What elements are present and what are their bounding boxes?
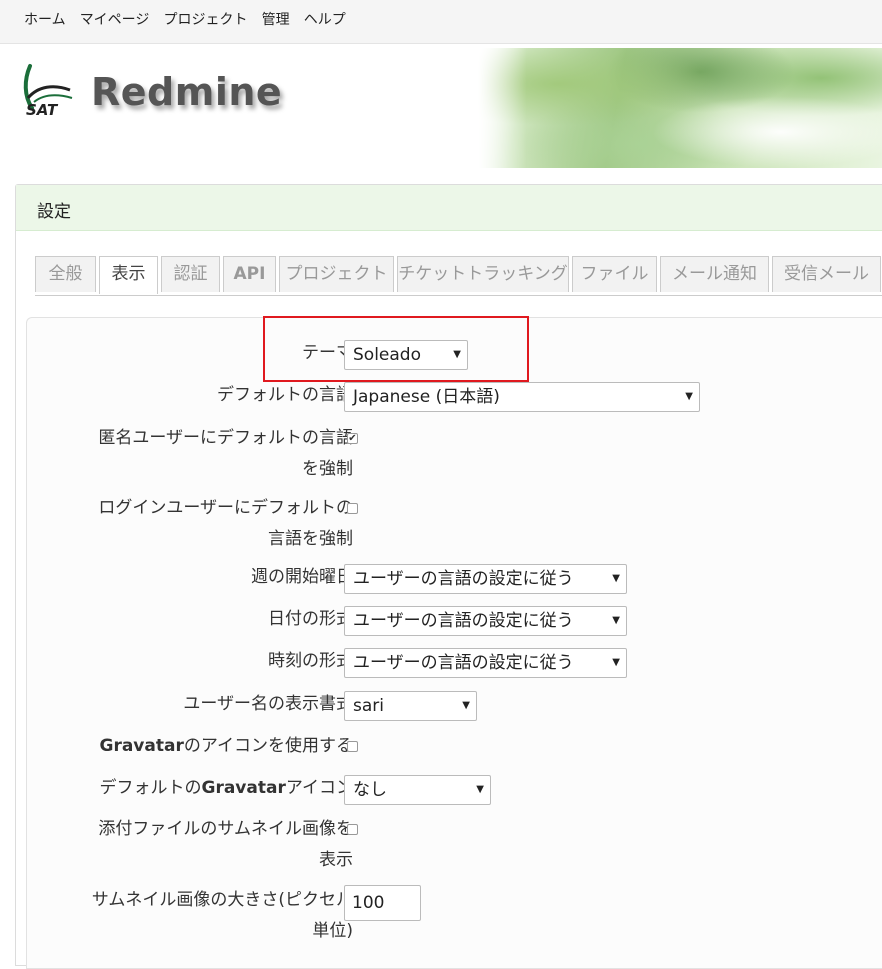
thumbnails-enabled-checkbox[interactable] [347, 824, 358, 835]
site-title[interactable]: Redmine [91, 70, 282, 114]
page-title: 設定 [37, 202, 71, 222]
default-language-select-value: Japanese (日本語) [353, 387, 500, 407]
thumbnails-size-input[interactable]: 100 [344, 885, 421, 921]
tab-display[interactable]: 表示 [99, 256, 158, 294]
user-format-select-value: sari [353, 696, 384, 716]
time-format-select-value: ユーザーの言語の設定に従う [353, 653, 574, 673]
tab-projects[interactable]: プロジェクト [279, 256, 394, 292]
gravatar-enabled-checkbox[interactable] [347, 741, 358, 752]
force-language-loggedin-label-line1: ログインユーザーにデフォルトの [98, 498, 353, 518]
start-of-week-label: 週の開始曜日 [251, 567, 353, 587]
tab-issue-tracking[interactable]: チケットトラッキング [397, 256, 569, 292]
date-format-select[interactable]: ユーザーの言語の設定に従う ▼ [344, 606, 627, 636]
thumbnails-enabled-label-line2: 表示 [319, 850, 353, 870]
chevron-down-icon: ▼ [612, 657, 620, 668]
force-language-anonymous-label-line2: を強制 [302, 459, 353, 479]
top-menu-administration[interactable]: 管理 [262, 9, 290, 29]
gravatar-default-select[interactable]: なし ▼ [344, 775, 491, 805]
top-menu-help[interactable]: ヘルプ [304, 9, 346, 29]
header-banner-image [478, 48, 882, 168]
force-language-anonymous-checkbox[interactable]: ✔ [347, 433, 358, 444]
chevron-down-icon: ▼ [612, 615, 620, 626]
force-language-loggedin-label-line2: 言語を強制 [268, 529, 353, 549]
start-of-week-select[interactable]: ユーザーの言語の設定に従う ▼ [344, 564, 627, 594]
page-header: 設定 [16, 185, 882, 231]
check-icon: ✔ [348, 433, 357, 444]
gravatar-default-label: デフォルトのGravatarアイコン [99, 778, 353, 798]
tab-general[interactable]: 全般 [35, 256, 96, 292]
default-language-select[interactable]: Japanese (日本語) ▼ [344, 382, 700, 412]
default-language-label: デフォルトの言語 [217, 385, 353, 405]
top-menu-projects[interactable]: プロジェクト [164, 9, 248, 29]
top-menu-home[interactable]: ホーム [24, 9, 66, 29]
header: SAT Redmine [0, 44, 882, 174]
settings-form: テーマ Soleado ▼ デフォルトの言語 Japanese (日本語) ▼ … [26, 316, 882, 969]
force-language-loggedin-checkbox[interactable] [347, 503, 358, 514]
top-menu: ホーム マイページ プロジェクト 管理 ヘルプ [0, 0, 882, 44]
tab-incoming-emails[interactable]: 受信メール [772, 256, 881, 292]
tab-authentication[interactable]: 認証 [161, 256, 220, 292]
tab-files[interactable]: ファイル [572, 256, 657, 292]
chevron-down-icon: ▼ [685, 391, 693, 402]
tab-api[interactable]: API [223, 256, 276, 292]
thumbnails-size-label-line1: サムネイル画像の大きさ(ピクセル [91, 890, 353, 910]
start-of-week-select-value: ユーザーの言語の設定に従う [353, 569, 574, 589]
thumbnails-enabled-label-line1: 添付ファイルのサムネイル画像を [98, 819, 353, 839]
force-language-anonymous-label-line1: 匿名ユーザーにデフォルトの言語 [98, 428, 353, 448]
chevron-down-icon: ▼ [476, 784, 484, 795]
user-format-select[interactable]: sari ▼ [344, 691, 477, 721]
gravatar-default-select-value: なし [353, 780, 387, 800]
content-area: 設定 全般 表示 認証 API プロジェクト チケットトラッキング ファイル メ… [15, 184, 882, 969]
date-format-label: 日付の形式 [268, 609, 353, 629]
chevron-down-icon: ▼ [453, 349, 461, 360]
gravatar-enabled-label: Gravatarのアイコンを使用する [99, 736, 353, 756]
settings-tabs: 全般 表示 認証 API プロジェクト チケットトラッキング ファイル メール通… [35, 256, 882, 296]
tab-email-notification[interactable]: メール通知 [660, 256, 769, 292]
chevron-down-icon: ▼ [612, 573, 620, 584]
time-format-label: 時刻の形式 [268, 651, 353, 671]
theme-select[interactable]: Soleado ▼ [344, 340, 468, 370]
time-format-select[interactable]: ユーザーの言語の設定に従う ▼ [344, 648, 627, 678]
svg-text:SAT: SAT [26, 101, 59, 118]
sat-logo-icon[interactable]: SAT [18, 62, 78, 119]
date-format-select-value: ユーザーの言語の設定に従う [353, 611, 574, 631]
user-format-label: ユーザー名の表示書式 [183, 694, 353, 714]
chevron-down-icon: ▼ [462, 700, 470, 711]
theme-select-value: Soleado [353, 345, 421, 365]
top-menu-my-page[interactable]: マイページ [80, 9, 150, 29]
